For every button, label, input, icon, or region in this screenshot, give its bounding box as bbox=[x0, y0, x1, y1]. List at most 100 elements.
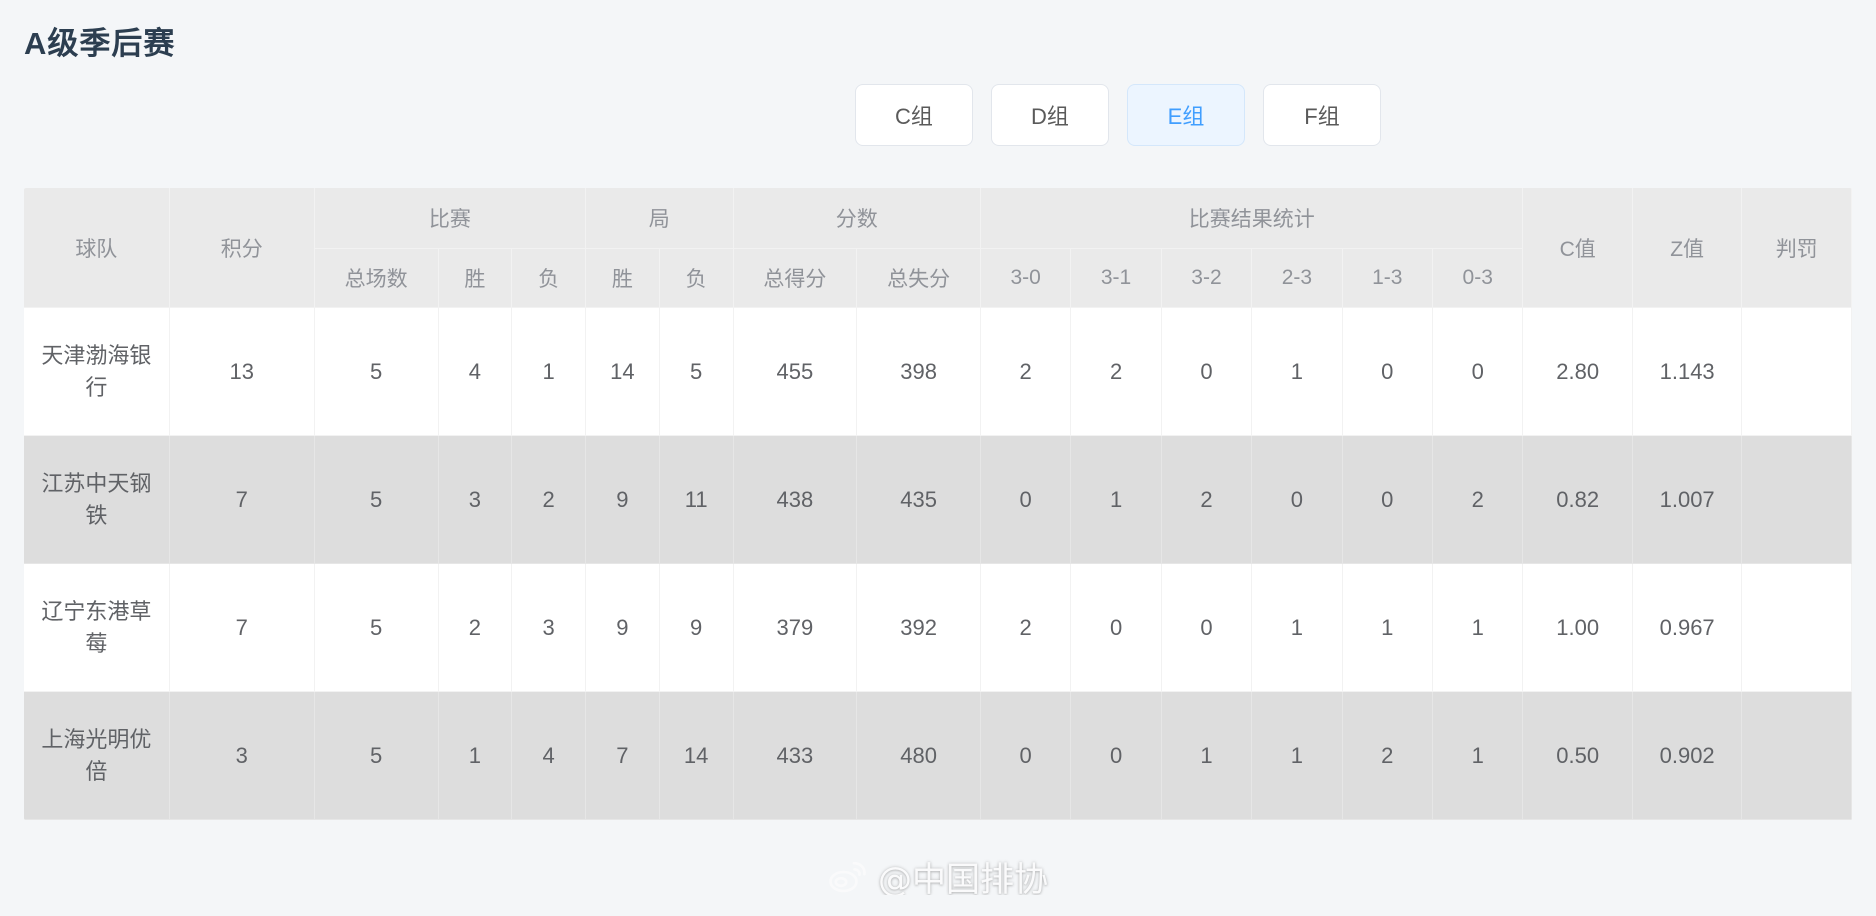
cell-matches-win: 1 bbox=[438, 691, 513, 820]
standings-table: 球队 积分 比赛 局 分数 比赛结果统计 C值 Z值 判罚 总场数 胜 负 胜 … bbox=[24, 188, 1852, 820]
cell-result-2-3: 1 bbox=[1251, 563, 1343, 692]
cell-result-3-1: 2 bbox=[1070, 307, 1162, 436]
table-row[interactable]: 江苏中天钢铁 7 5 3 2 9 11 438 435 0 1 2 0 0 2 … bbox=[24, 435, 1852, 564]
cell-z-value: 1.143 bbox=[1632, 307, 1743, 436]
table-row[interactable]: 辽宁东港草莓 7 5 2 3 9 9 379 392 2 0 0 1 1 1 1… bbox=[24, 563, 1852, 692]
cell-matches-loss: 1 bbox=[511, 307, 587, 436]
cell-result-1-3: 0 bbox=[1342, 435, 1433, 564]
header-points-for: 总得分 bbox=[733, 248, 858, 308]
cell-result-2-3: 1 bbox=[1251, 691, 1343, 820]
cell-z-value: 1.007 bbox=[1632, 435, 1743, 564]
tab-label: C组 bbox=[895, 104, 933, 129]
cell-matches-win: 3 bbox=[438, 435, 513, 564]
tab-group-f[interactable]: F组 bbox=[1263, 84, 1381, 146]
cell-matches-total: 5 bbox=[314, 563, 439, 692]
header-c-value: C值 bbox=[1522, 188, 1633, 308]
cell-result-3-1: 0 bbox=[1070, 691, 1162, 820]
cell-points-for: 438 bbox=[733, 435, 858, 564]
cell-points: 3 bbox=[169, 691, 315, 820]
cell-penalty bbox=[1741, 691, 1852, 820]
header-matches-total: 总场数 bbox=[314, 248, 439, 308]
cell-sets-win: 9 bbox=[585, 435, 660, 564]
cell-result-3-2: 0 bbox=[1161, 307, 1253, 436]
header-penalty: 判罚 bbox=[1741, 188, 1852, 308]
tab-label: F组 bbox=[1304, 104, 1340, 129]
cell-sets-loss: 5 bbox=[659, 307, 734, 436]
header-sets-loss: 负 bbox=[659, 248, 734, 308]
cell-result-3-0: 0 bbox=[980, 691, 1072, 820]
cell-result-3-2: 2 bbox=[1161, 435, 1253, 564]
cell-sets-win: 7 bbox=[585, 691, 660, 820]
header-group-matches: 比赛 bbox=[314, 188, 587, 249]
tab-group-d[interactable]: D组 bbox=[991, 84, 1109, 146]
table-row[interactable]: 天津渤海银行 13 5 4 1 14 5 455 398 2 2 0 1 0 0… bbox=[24, 307, 1852, 436]
cell-points-against: 398 bbox=[856, 307, 981, 436]
cell-matches-loss: 3 bbox=[511, 563, 587, 692]
table-header: 球队 积分 比赛 局 分数 比赛结果统计 C值 Z值 判罚 总场数 胜 负 胜 … bbox=[24, 188, 1852, 308]
header-row-group: 球队 积分 比赛 局 分数 比赛结果统计 C值 Z值 判罚 bbox=[24, 188, 1852, 308]
cell-result-3-2: 1 bbox=[1161, 691, 1253, 820]
table-row[interactable]: 上海光明优倍 3 5 1 4 7 14 433 480 0 0 1 1 2 1 … bbox=[24, 691, 1852, 820]
header-z-value: Z值 bbox=[1632, 188, 1743, 308]
cell-result-2-3: 0 bbox=[1251, 435, 1343, 564]
cell-team: 上海光明优倍 bbox=[24, 691, 170, 820]
tab-group-e[interactable]: E组 bbox=[1127, 84, 1245, 146]
cell-result-0-3: 2 bbox=[1432, 435, 1524, 564]
tab-group-c[interactable]: C组 bbox=[855, 84, 973, 146]
cell-points-for: 455 bbox=[733, 307, 858, 436]
cell-result-1-3: 0 bbox=[1342, 307, 1433, 436]
standings-table-container: 球队 积分 比赛 局 分数 比赛结果统计 C值 Z值 判罚 总场数 胜 负 胜 … bbox=[24, 188, 1852, 820]
header-matches-loss: 负 bbox=[511, 248, 587, 308]
cell-result-3-0: 2 bbox=[980, 307, 1072, 436]
cell-result-3-0: 2 bbox=[980, 563, 1072, 692]
cell-points-against: 392 bbox=[856, 563, 981, 692]
cell-result-2-3: 1 bbox=[1251, 307, 1343, 436]
cell-points-for: 379 bbox=[733, 563, 858, 692]
header-matches-win: 胜 bbox=[438, 248, 513, 308]
cell-result-0-3: 1 bbox=[1432, 563, 1524, 692]
header-team: 球队 bbox=[24, 188, 170, 308]
cell-penalty bbox=[1741, 435, 1852, 564]
cell-team: 辽宁东港草莓 bbox=[24, 563, 170, 692]
header-group-results: 比赛结果统计 bbox=[980, 188, 1524, 249]
cell-z-value: 0.902 bbox=[1632, 691, 1743, 820]
watermark: @中国排协 bbox=[828, 852, 1048, 901]
group-tabs: C组 D组 E组 F组 bbox=[855, 84, 1381, 146]
header-result-3-1: 3-1 bbox=[1070, 248, 1162, 308]
cell-result-3-2: 0 bbox=[1161, 563, 1253, 692]
cell-sets-loss: 9 bbox=[659, 563, 734, 692]
cell-result-1-3: 2 bbox=[1342, 691, 1433, 820]
cell-sets-loss: 14 bbox=[659, 691, 734, 820]
cell-matches-total: 5 bbox=[314, 435, 439, 564]
page-title: A级季后赛 bbox=[24, 26, 176, 61]
cell-points-for: 433 bbox=[733, 691, 858, 820]
tab-label: E组 bbox=[1167, 104, 1205, 129]
cell-result-3-1: 1 bbox=[1070, 435, 1162, 564]
header-group-score: 分数 bbox=[733, 188, 981, 249]
header-result-3-0: 3-0 bbox=[980, 248, 1072, 308]
header-result-2-3: 2-3 bbox=[1251, 248, 1343, 308]
cell-points: 13 bbox=[169, 307, 315, 436]
cell-c-value: 1.00 bbox=[1522, 563, 1633, 692]
cell-result-0-3: 0 bbox=[1432, 307, 1524, 436]
cell-c-value: 2.80 bbox=[1522, 307, 1633, 436]
cell-result-0-3: 1 bbox=[1432, 691, 1524, 820]
cell-z-value: 0.967 bbox=[1632, 563, 1743, 692]
cell-sets-win: 9 bbox=[585, 563, 660, 692]
header-group-sets: 局 bbox=[585, 188, 734, 249]
cell-result-3-1: 0 bbox=[1070, 563, 1162, 692]
tab-label: D组 bbox=[1031, 104, 1069, 129]
cell-sets-win: 14 bbox=[585, 307, 660, 436]
header-points: 积分 bbox=[169, 188, 315, 308]
cell-points: 7 bbox=[169, 435, 315, 564]
cell-penalty bbox=[1741, 563, 1852, 692]
cell-result-1-3: 1 bbox=[1342, 563, 1433, 692]
cell-sets-loss: 11 bbox=[659, 435, 734, 564]
cell-matches-win: 2 bbox=[438, 563, 513, 692]
cell-result-3-0: 0 bbox=[980, 435, 1072, 564]
cell-points-against: 480 bbox=[856, 691, 981, 820]
cell-points: 7 bbox=[169, 563, 315, 692]
table-body: 天津渤海银行 13 5 4 1 14 5 455 398 2 2 0 1 0 0… bbox=[24, 307, 1852, 820]
cell-c-value: 0.82 bbox=[1522, 435, 1633, 564]
header-result-3-2: 3-2 bbox=[1161, 248, 1253, 308]
